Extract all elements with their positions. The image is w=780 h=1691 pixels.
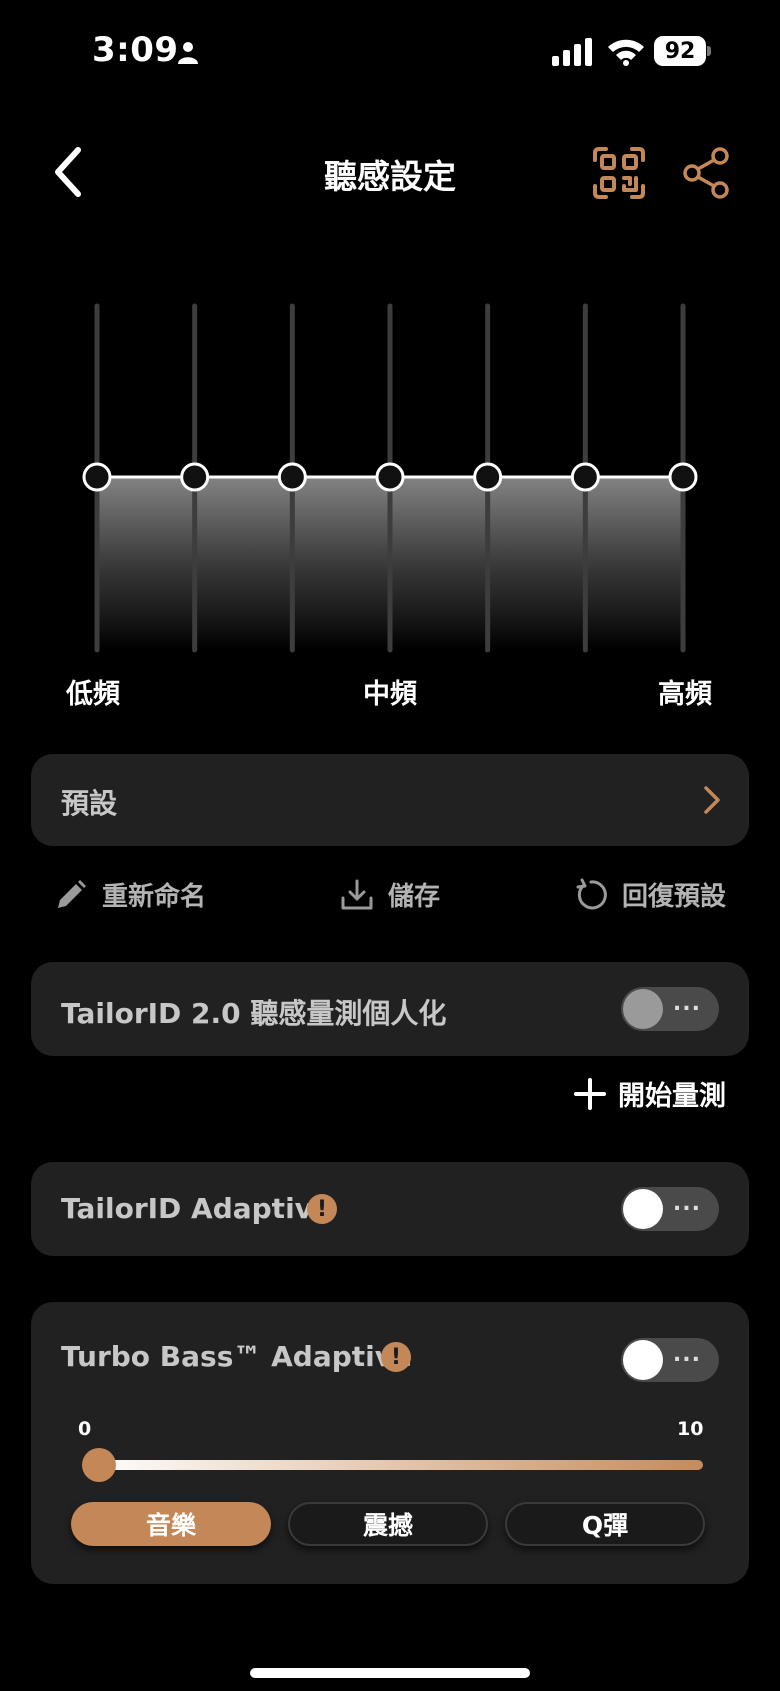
tailorid-adaptive-label: TailorID Adaptive xyxy=(61,1192,332,1225)
qr-code-icon[interactable] xyxy=(592,146,646,200)
wifi-icon xyxy=(608,39,644,66)
slider-max-label: 10 xyxy=(677,1418,704,1440)
save-label: 儲存 xyxy=(388,882,441,912)
toggle-more-dots: ... xyxy=(672,1191,701,1216)
start-measurement-button[interactable]: 開始量測 xyxy=(574,1074,726,1113)
turbo-bass-card: Turbo Bass™ Adaptive ! ... 0 10 音樂 震撼 Q彈 xyxy=(31,1302,749,1584)
turbo-bass-toggle[interactable]: ... xyxy=(621,1338,719,1382)
eq-band-handle[interactable] xyxy=(473,462,503,492)
eq-band-handle[interactable] xyxy=(180,462,210,492)
rename-button[interactable]: 重新命名 xyxy=(54,876,206,913)
equalizer-graph[interactable] xyxy=(60,300,720,660)
plus-icon xyxy=(574,1077,606,1110)
preset-selector[interactable]: 預設 xyxy=(31,754,749,846)
slider-thumb[interactable] xyxy=(82,1448,116,1482)
start-measurement-label: 開始量測 xyxy=(618,1081,726,1112)
warning-icon[interactable]: ! xyxy=(307,1194,337,1224)
home-indicator xyxy=(250,1668,530,1678)
status-time: 3:09 xyxy=(92,30,179,70)
high-frequency-label: 高頻 xyxy=(658,679,712,710)
battery-cap xyxy=(707,46,711,56)
person-icon xyxy=(178,42,198,64)
cellular-signal-icon xyxy=(552,38,592,66)
toggle-more-dots: ... xyxy=(672,1342,701,1367)
mode-music-button[interactable]: 音樂 xyxy=(71,1502,271,1546)
slider-min-label: 0 xyxy=(78,1418,92,1440)
tailorid-2-label: TailorID 2.0 聽感量測個人化 xyxy=(61,997,447,1030)
eq-band-handle[interactable] xyxy=(375,462,405,492)
rename-label: 重新命名 xyxy=(102,882,207,912)
preset-label: 預設 xyxy=(61,787,118,820)
tailorid-2-toggle[interactable]: ... xyxy=(621,987,719,1031)
reset-label: 回復預設 xyxy=(622,882,727,912)
eq-band-handle[interactable] xyxy=(570,462,600,492)
toggle-knob xyxy=(623,989,663,1029)
eq-band-handle[interactable] xyxy=(82,462,112,492)
mode-impact-button[interactable]: 震撼 xyxy=(288,1502,488,1546)
page-title: 聽感設定 xyxy=(324,157,456,196)
eq-band-handle[interactable] xyxy=(668,462,698,492)
mode-bouncy-button[interactable]: Q彈 xyxy=(505,1502,705,1546)
tailorid-adaptive-card: TailorID Adaptive ! ... xyxy=(31,1162,749,1256)
reset-icon xyxy=(576,878,607,909)
slider-track xyxy=(83,1460,703,1470)
download-icon xyxy=(341,879,373,909)
battery-indicator: 92 xyxy=(654,36,712,66)
reset-default-button[interactable]: 回復預設 xyxy=(574,876,726,913)
turbo-bass-label: Turbo Bass™ Adaptive xyxy=(61,1340,412,1373)
tailorid-2-card: TailorID 2.0 聽感量測個人化 ... xyxy=(31,962,749,1056)
chevron-right-icon xyxy=(704,786,720,814)
warning-icon[interactable]: ! xyxy=(381,1342,411,1372)
tailorid-adaptive-toggle[interactable]: ... xyxy=(621,1187,719,1231)
bass-level-slider[interactable] xyxy=(82,1448,703,1482)
battery-level: 92 xyxy=(654,36,706,66)
bass-mode-selector: 音樂 震撼 Q彈 xyxy=(71,1502,705,1550)
toggle-more-dots: ... xyxy=(672,991,701,1016)
share-icon[interactable] xyxy=(682,146,732,200)
toggle-knob xyxy=(623,1189,663,1229)
pencil-icon xyxy=(58,879,86,908)
save-button[interactable]: 儲存 xyxy=(340,876,440,913)
toggle-knob xyxy=(623,1340,663,1380)
eq-band-handle[interactable] xyxy=(277,462,307,492)
